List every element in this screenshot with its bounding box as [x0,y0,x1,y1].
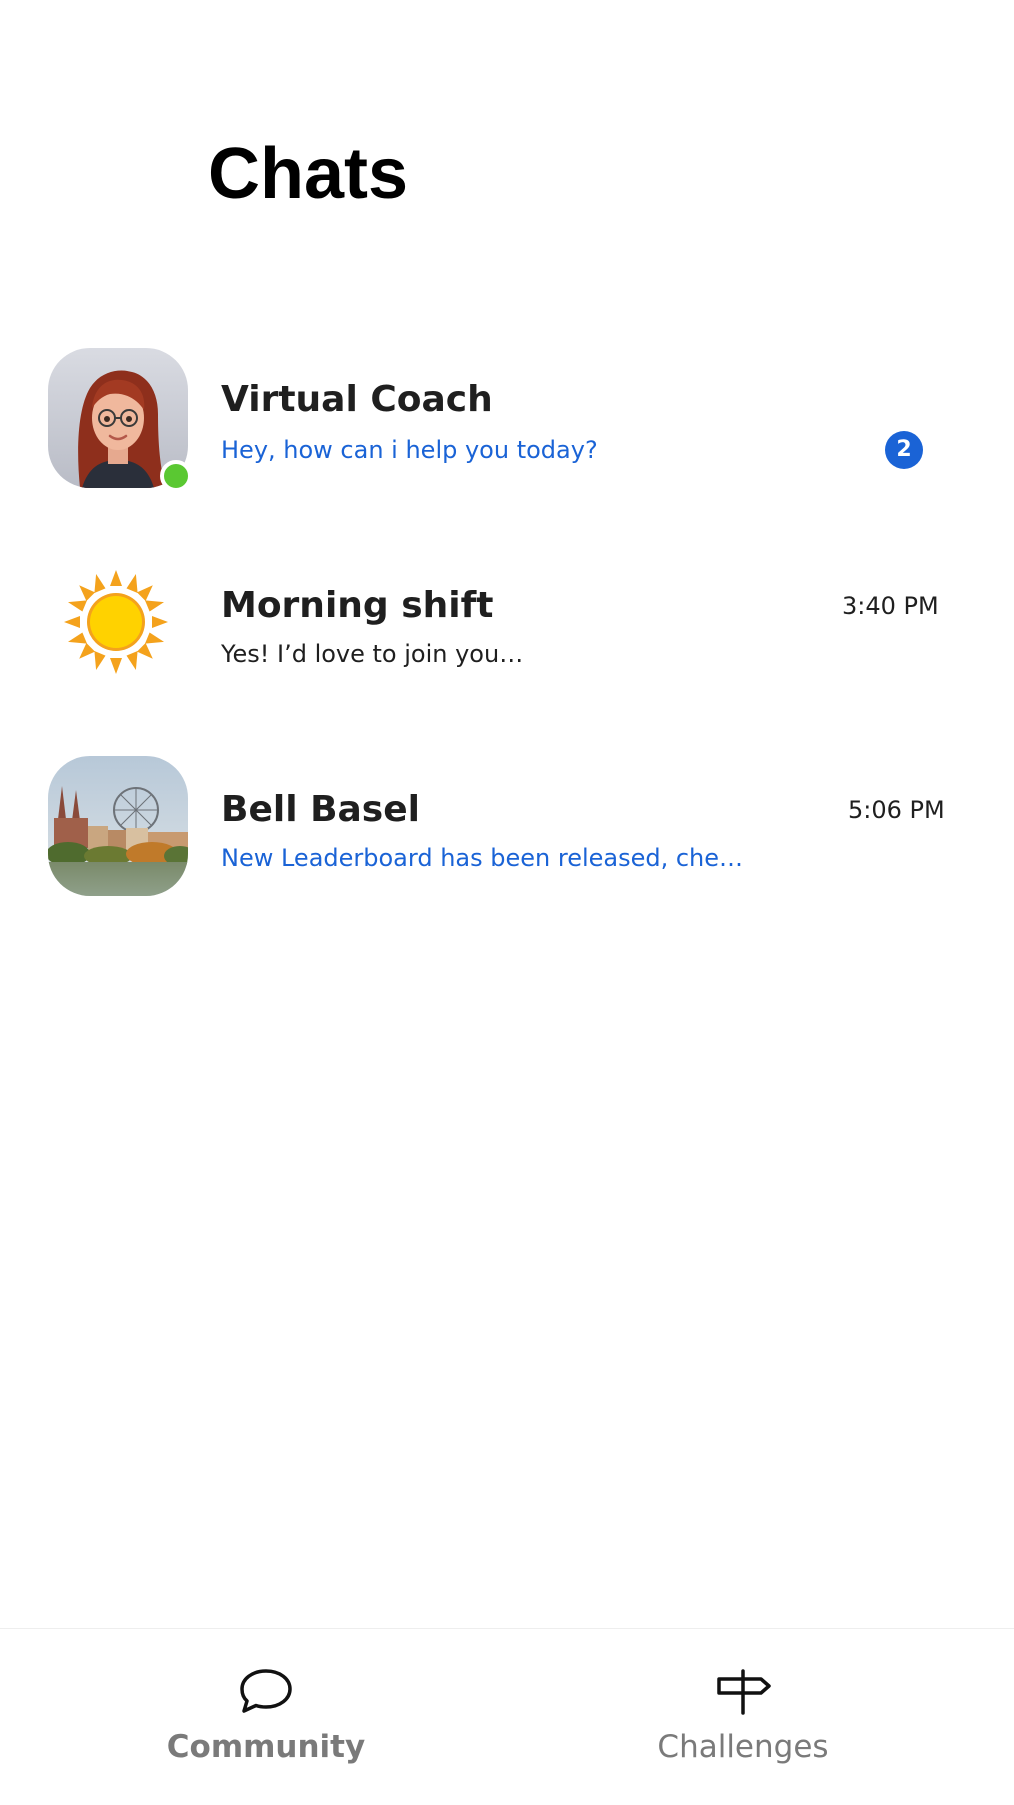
unread-badge: 2 [885,431,923,469]
chat-name: Bell Basel [221,789,420,830]
sun-icon [64,570,168,674]
chat-preview: Hey, how can i help you today? [221,436,598,464]
tab-challenges[interactable]: Challenges [593,1629,893,1805]
chat-row-bell-basel[interactable]: Bell Basel New Leaderboard has been rele… [0,748,1014,928]
avatar [48,756,188,896]
chat-preview: Yes! I’d love to join you… [221,640,524,668]
chat-time: 3:40 PM [842,592,939,620]
tab-label: Challenges [657,1729,829,1765]
online-status-indicator [160,460,192,492]
chat-name: Virtual Coach [221,379,493,420]
chat-preview: New Leaderboard has been released, che… [221,844,744,872]
page-title: Chats [208,134,409,214]
chat-time: 5:06 PM [848,796,945,824]
signpost-icon [717,1669,771,1715]
chat-bubble-icon [240,1669,292,1713]
avatar [48,348,192,492]
chat-name: Morning shift [221,585,494,626]
chat-row-virtual-coach[interactable]: Virtual Coach Hey, how can i help you to… [0,338,1014,518]
avatar [48,548,188,688]
bottom-tab-bar: Community Challenges [0,1628,1014,1805]
tab-community[interactable]: Community [116,1629,416,1805]
basel-city-photo [48,756,188,896]
tab-label: Community [166,1729,366,1765]
chat-row-morning-shift[interactable]: Morning shift Yes! I’d love to join you…… [0,548,1014,728]
